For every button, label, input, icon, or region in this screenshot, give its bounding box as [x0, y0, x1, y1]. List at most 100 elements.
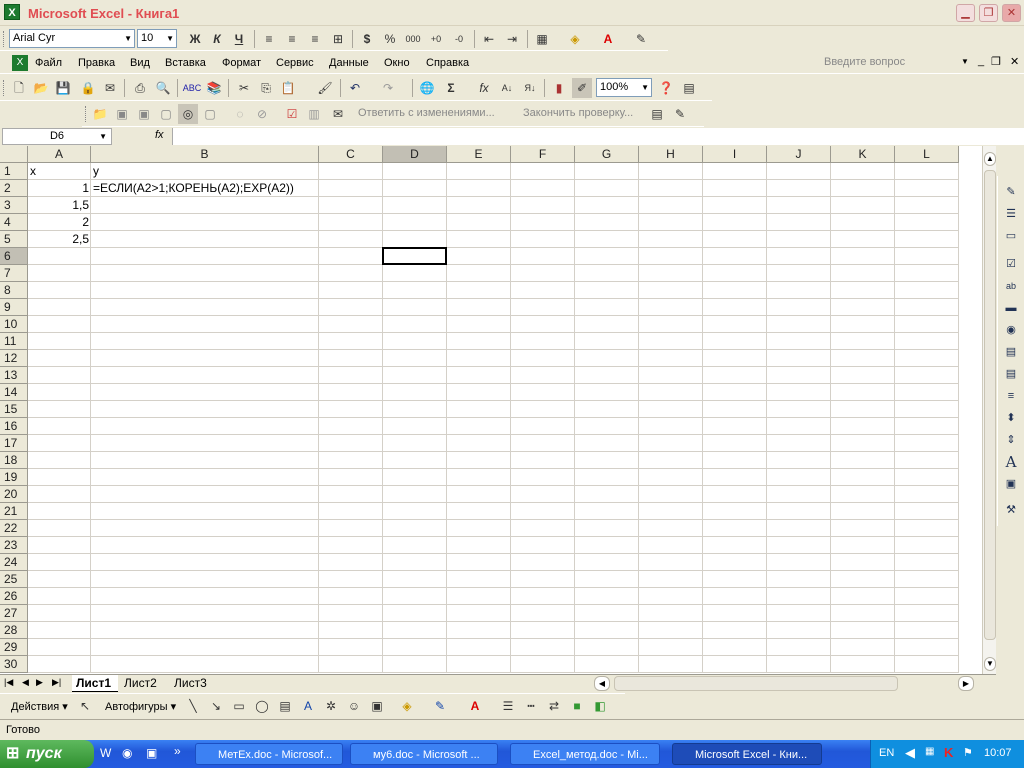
flag-icon[interactable]: ⚑ — [963, 746, 973, 759]
format-painter-icon[interactable]: 🖌 — [315, 78, 335, 98]
row-header-25[interactable]: 25 — [0, 571, 28, 588]
select-objects-icon[interactable]: ↖ — [75, 696, 95, 716]
row-header-20[interactable]: 20 — [0, 486, 28, 503]
3d-icon[interactable]: ◧ — [590, 696, 610, 716]
clipart-icon[interactable]: ☺ — [344, 696, 364, 716]
arrow-style-icon[interactable]: ⇄ — [544, 696, 564, 716]
spin-control-icon[interactable]: ⬍ — [1003, 410, 1019, 426]
task-metex-doc[interactable]: МетЕх.doc - Microsof... — [195, 743, 343, 765]
menu-data[interactable]: Данные — [329, 57, 369, 69]
fx-label[interactable]: fx — [155, 129, 164, 141]
properties-icon[interactable]: ☰ — [1003, 206, 1019, 222]
worksheet-grid[interactable]: ABCDEFGHIJKL 1 2 3 4 5 6 7 8 9 10 11 12 13 14 15 16 17 18… — [0, 146, 982, 674]
line-icon[interactable]: ╲ — [183, 696, 203, 716]
cell-b2[interactable]: =ЕСЛИ(A2>1;КОРЕНЬ(A2);EXP(A2)) — [93, 180, 317, 197]
comment-icon[interactable]: ◌ — [230, 104, 250, 124]
prev-sheet-icon[interactable]: ◀ — [22, 677, 29, 688]
chart-wizard-icon[interactable]: ▮ — [549, 78, 569, 98]
row-header-24[interactable]: 24 — [0, 554, 28, 571]
research-icon[interactable]: 📚 — [204, 78, 224, 98]
sheet-tab-3[interactable]: Лист3 — [174, 675, 220, 692]
label-control-icon[interactable]: A — [1003, 454, 1019, 470]
row-header-2[interactable]: 2 — [0, 180, 28, 197]
wordart-icon[interactable]: A — [298, 696, 318, 716]
bold-button[interactable]: Ж — [185, 29, 205, 49]
folder-gray2-icon[interactable]: ▣ — [134, 104, 154, 124]
scroll-down-button[interactable]: ▼ — [984, 657, 996, 671]
decrease-decimal-icon[interactable]: -0 — [449, 29, 469, 49]
help-dropdown-icon[interactable]: ▼ — [961, 57, 969, 66]
picture-icon[interactable]: ▣ — [367, 696, 387, 716]
row-header-16[interactable]: 16 — [0, 418, 28, 435]
row-header-19[interactable]: 19 — [0, 469, 28, 486]
excel-app-icon[interactable]: X — [4, 4, 20, 20]
shadow-icon[interactable]: ■ — [567, 696, 587, 716]
menu-edit[interactable]: Правка — [78, 57, 115, 69]
select-all-corner[interactable] — [0, 146, 28, 163]
actions-menu[interactable]: Действия ▾ — [11, 700, 68, 713]
font-color-draw-icon[interactable]: A — [465, 696, 485, 716]
increase-indent-icon[interactable]: ⇥ — [502, 29, 522, 49]
button-control-icon[interactable]: ▬ — [1003, 300, 1019, 316]
currency-button[interactable]: $ — [357, 29, 377, 49]
menu-window[interactable]: Окно — [384, 57, 410, 69]
horizontal-scroll-thumb[interactable] — [614, 676, 898, 691]
line-color-icon[interactable]: ✎ — [430, 696, 450, 716]
sheet-tab-1[interactable]: Лист1 — [72, 675, 118, 692]
open-icon[interactable]: 📂 — [31, 78, 51, 98]
minimize-button[interactable]: ▁ — [956, 4, 975, 22]
align-center-icon[interactable]: ≡ — [282, 29, 302, 49]
scroll-left-button[interactable]: ◀ — [594, 676, 610, 691]
row-header-3[interactable]: 3 — [0, 197, 28, 214]
restore-button[interactable]: ❐ — [979, 4, 998, 22]
thousands-button[interactable]: 000 — [403, 29, 423, 49]
language-indicator[interactable]: EN — [879, 747, 894, 759]
cell-b1[interactable]: y — [93, 163, 317, 180]
percent-button[interactable]: % — [380, 29, 400, 49]
highlight-icon[interactable]: ✎ — [631, 29, 651, 49]
hyperlink-icon[interactable]: 🌐 — [417, 78, 437, 98]
autoshapes-menu[interactable]: Автофигуры ▾ — [105, 700, 176, 713]
last-sheet-icon[interactable]: ▶| — [52, 677, 61, 688]
column-header-a[interactable]: A — [28, 146, 91, 163]
quicklaunch-word-icon[interactable]: W — [100, 746, 111, 760]
column-header-h[interactable]: H — [639, 146, 703, 163]
redo-icon[interactable]: ↷ — [378, 78, 398, 98]
more-controls-icon[interactable]: ⚒ — [1003, 502, 1019, 518]
help-icon[interactable]: ❓ — [656, 78, 676, 98]
rectangle-icon[interactable]: ▭ — [229, 696, 249, 716]
row-header-21[interactable]: 21 — [0, 503, 28, 520]
doc-close-icon[interactable]: ✕ — [1010, 55, 1019, 68]
row-header-26[interactable]: 26 — [0, 588, 28, 605]
font-color-icon[interactable]: A — [598, 29, 618, 49]
email-icon[interactable]: ✉ — [100, 78, 120, 98]
autosum-button[interactable]: Σ — [441, 78, 461, 98]
row-header-18[interactable]: 18 — [0, 452, 28, 469]
column-header-i[interactable]: I — [703, 146, 767, 163]
column-header-j[interactable]: J — [767, 146, 831, 163]
line-style-icon[interactable]: ☰ — [498, 696, 518, 716]
menu-insert[interactable]: Вставка — [165, 57, 206, 69]
row-header-27[interactable]: 27 — [0, 605, 28, 622]
next-sheet-icon[interactable]: ▶ — [36, 677, 43, 688]
oval-icon[interactable]: ◯ — [252, 696, 272, 716]
fill-color-icon[interactable]: ◈ — [565, 29, 585, 49]
quicklaunch-app-icon[interactable]: ▣ — [146, 746, 157, 760]
sort-descending-icon[interactable]: Я↓ — [520, 78, 540, 98]
menu-help[interactable]: Справка — [426, 57, 469, 69]
excel-doc-icon[interactable]: X — [12, 55, 28, 71]
spelling-icon[interactable]: ABC — [182, 78, 202, 98]
row-header-22[interactable]: 22 — [0, 520, 28, 537]
listbox-control-icon[interactable]: ▤ — [1003, 344, 1019, 360]
drawing-icon[interactable]: ✐ — [572, 78, 592, 98]
insert-function-button[interactable]: fx — [474, 78, 494, 98]
row-header-28[interactable]: 28 — [0, 622, 28, 639]
permission-icon[interactable]: 🔒 — [78, 78, 98, 98]
close-button[interactable]: ✕ — [1002, 4, 1021, 22]
formula-input[interactable] — [172, 128, 1024, 145]
menu-view[interactable]: Вид — [130, 57, 150, 69]
task-excel-method-doc[interactable]: Excel_метод.doc - Mi... — [510, 743, 660, 765]
italic-button[interactable]: К — [207, 29, 227, 49]
first-sheet-icon[interactable]: |◀ — [4, 677, 13, 688]
row-header-9[interactable]: 9 — [0, 299, 28, 316]
